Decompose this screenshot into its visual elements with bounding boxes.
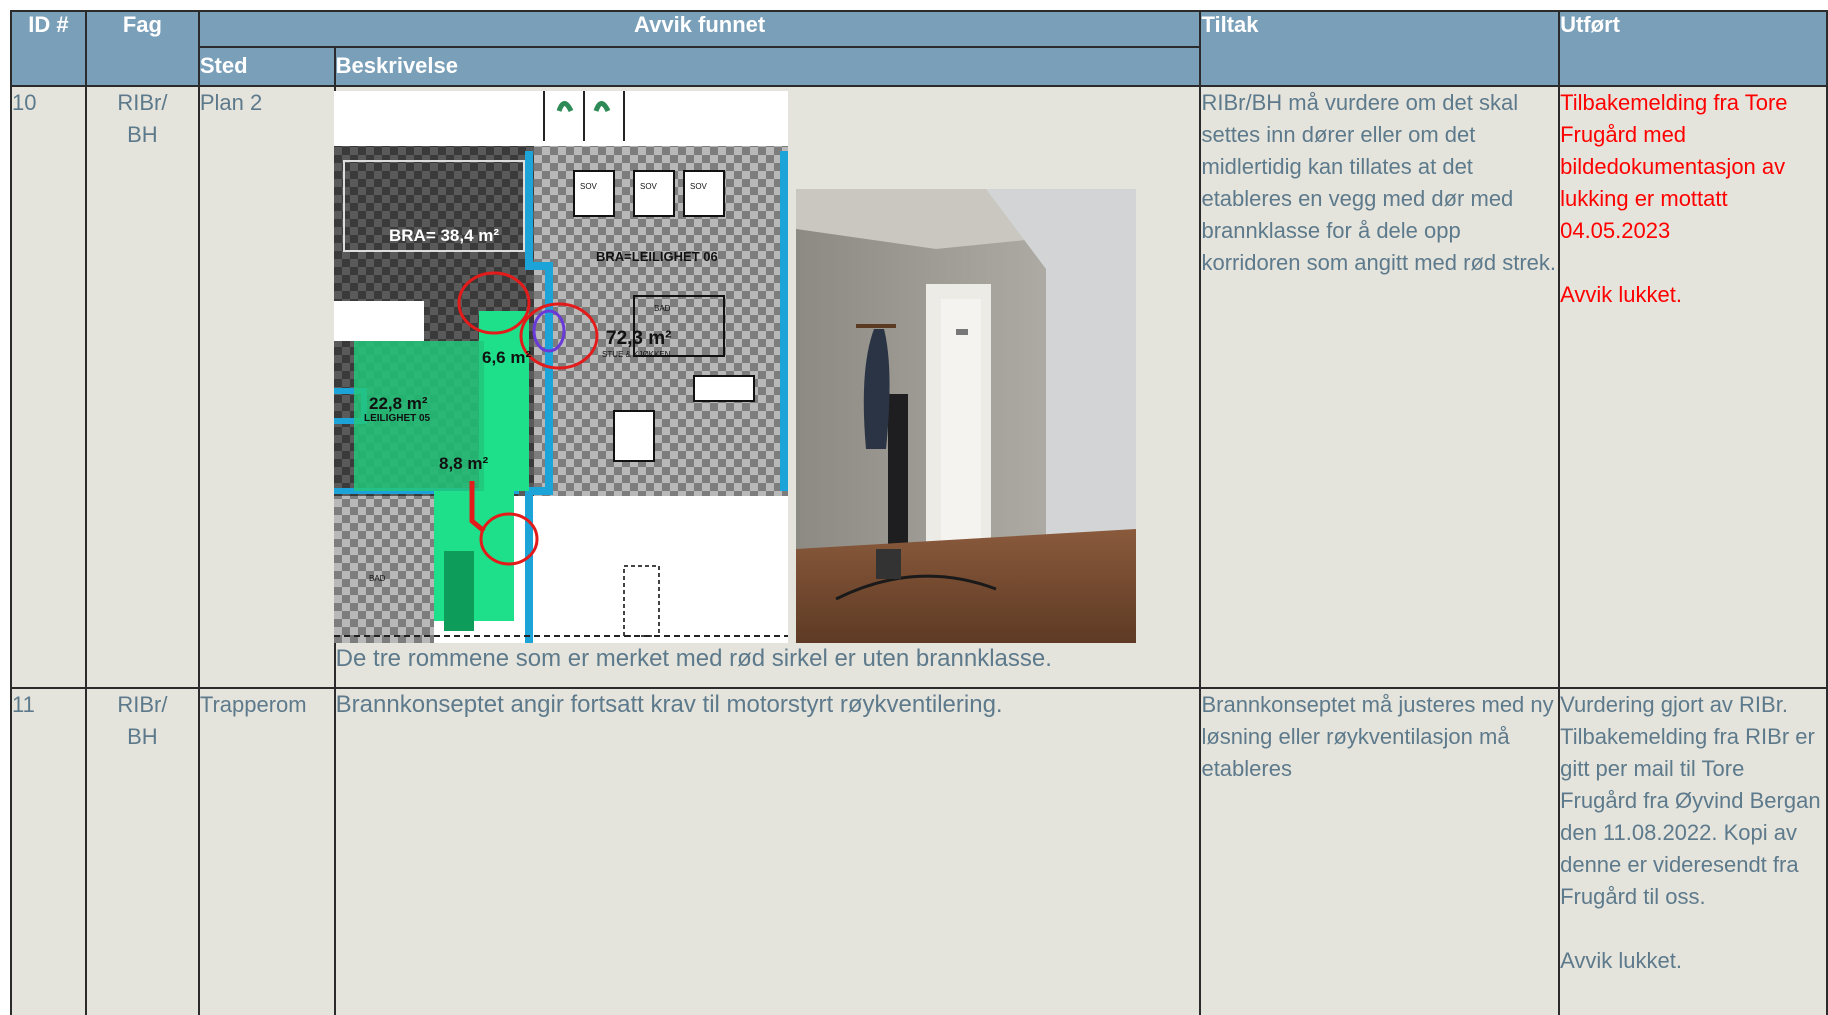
plan-label: BRA=LEILIGHET 06 bbox=[596, 249, 718, 264]
header-avvik-funnet: Avvik funnet bbox=[197, 10, 1202, 48]
header-tiltak: Tiltak bbox=[1199, 10, 1561, 87]
plan-label: 22,8 m² bbox=[369, 394, 428, 413]
image-group: BRA= 38,4 m² BRA=LEILIGHET 06 72,3 m² ST… bbox=[333, 91, 1200, 643]
fag-line: RIBr/ bbox=[117, 90, 168, 115]
header-row: ID # Fag Avvik funnet Tiltak Utført bbox=[10, 10, 1828, 87]
utfort-note: Vurdering gjort av RIBr. Tilbakemelding … bbox=[1560, 692, 1821, 909]
floor-plan-image: BRA= 38,4 m² BRA=LEILIGHET 06 72,3 m² ST… bbox=[333, 91, 788, 643]
plan-label: 72,3 m² bbox=[606, 328, 671, 349]
utfort-note: Tilbakemelding fra Tore Frugård med bild… bbox=[1560, 90, 1788, 243]
description-text: De tre rommene som er merket med rød sir… bbox=[335, 645, 1052, 672]
row-fag: RIBr/ BH bbox=[84, 85, 200, 689]
row-utfort: Tilbakemelding fra Tore Frugård med bild… bbox=[1558, 85, 1828, 689]
plan-label: BAD bbox=[369, 574, 386, 583]
corridor-photo bbox=[795, 189, 1136, 643]
header-beskrivelse: Beskrivelse bbox=[333, 46, 1202, 87]
plan-label: SOV bbox=[640, 182, 658, 191]
utfort-status: Avvik lukket. bbox=[1560, 282, 1682, 307]
plan-label: STUE & KJØKKEN bbox=[602, 350, 671, 359]
fag-line: BH bbox=[127, 122, 158, 147]
plan-label: SOV bbox=[690, 182, 708, 191]
plan-label: LEILIGHET 05 bbox=[364, 413, 431, 424]
plan-label: 8,8 m² bbox=[439, 454, 488, 473]
plan-label: BAD bbox=[654, 304, 671, 313]
header-sted: Sted bbox=[197, 46, 336, 87]
row-tiltak: RIBr/BH må vurdere om det skal settes in… bbox=[1199, 85, 1561, 689]
header-utfort: Utført bbox=[1558, 10, 1828, 87]
row-beskrivelse: Brannkonseptet angir fortsatt krav til m… bbox=[333, 687, 1202, 1015]
plan-label: BRA= 38,4 m² bbox=[389, 226, 499, 245]
header-id: ID # bbox=[10, 10, 87, 87]
row-beskrivelse: BRA= 38,4 m² BRA=LEILIGHET 06 72,3 m² ST… bbox=[333, 85, 1202, 689]
table-row: 10 RIBr/ BH Plan 2 BRA= 38,4 m² BRA=LEIL… bbox=[10, 85, 1828, 689]
table-row: 11 RIBr/ BH Trapperom Brannkonseptet ang… bbox=[10, 687, 1828, 1015]
fag-line: RIBr/ bbox=[117, 692, 168, 717]
row-sted: Trapperom bbox=[197, 687, 336, 1015]
utfort-status: Avvik lukket. bbox=[1560, 948, 1682, 973]
document-page: ID # Fag Avvik funnet Tiltak Utført Sted… bbox=[0, 0, 1828, 1015]
row-id: 11 bbox=[10, 687, 87, 1015]
row-id: 10 bbox=[10, 85, 87, 689]
description-text: Brannkonseptet angir fortsatt krav til m… bbox=[335, 691, 1003, 718]
header-fag: Fag bbox=[84, 10, 200, 87]
plan-label: SOV bbox=[580, 182, 598, 191]
fag-line: BH bbox=[127, 724, 158, 749]
row-sted: Plan 2 bbox=[197, 85, 336, 689]
row-fag: RIBr/ BH bbox=[84, 687, 200, 1015]
deviation-table: ID # Fag Avvik funnet Tiltak Utført Sted… bbox=[10, 10, 1828, 1015]
row-utfort: Vurdering gjort av RIBr. Tilbakemelding … bbox=[1558, 687, 1828, 1015]
row-tiltak: Brannkonseptet må justeres med ny løsnin… bbox=[1199, 687, 1561, 1015]
plan-label: 6,6 m² bbox=[482, 348, 531, 367]
